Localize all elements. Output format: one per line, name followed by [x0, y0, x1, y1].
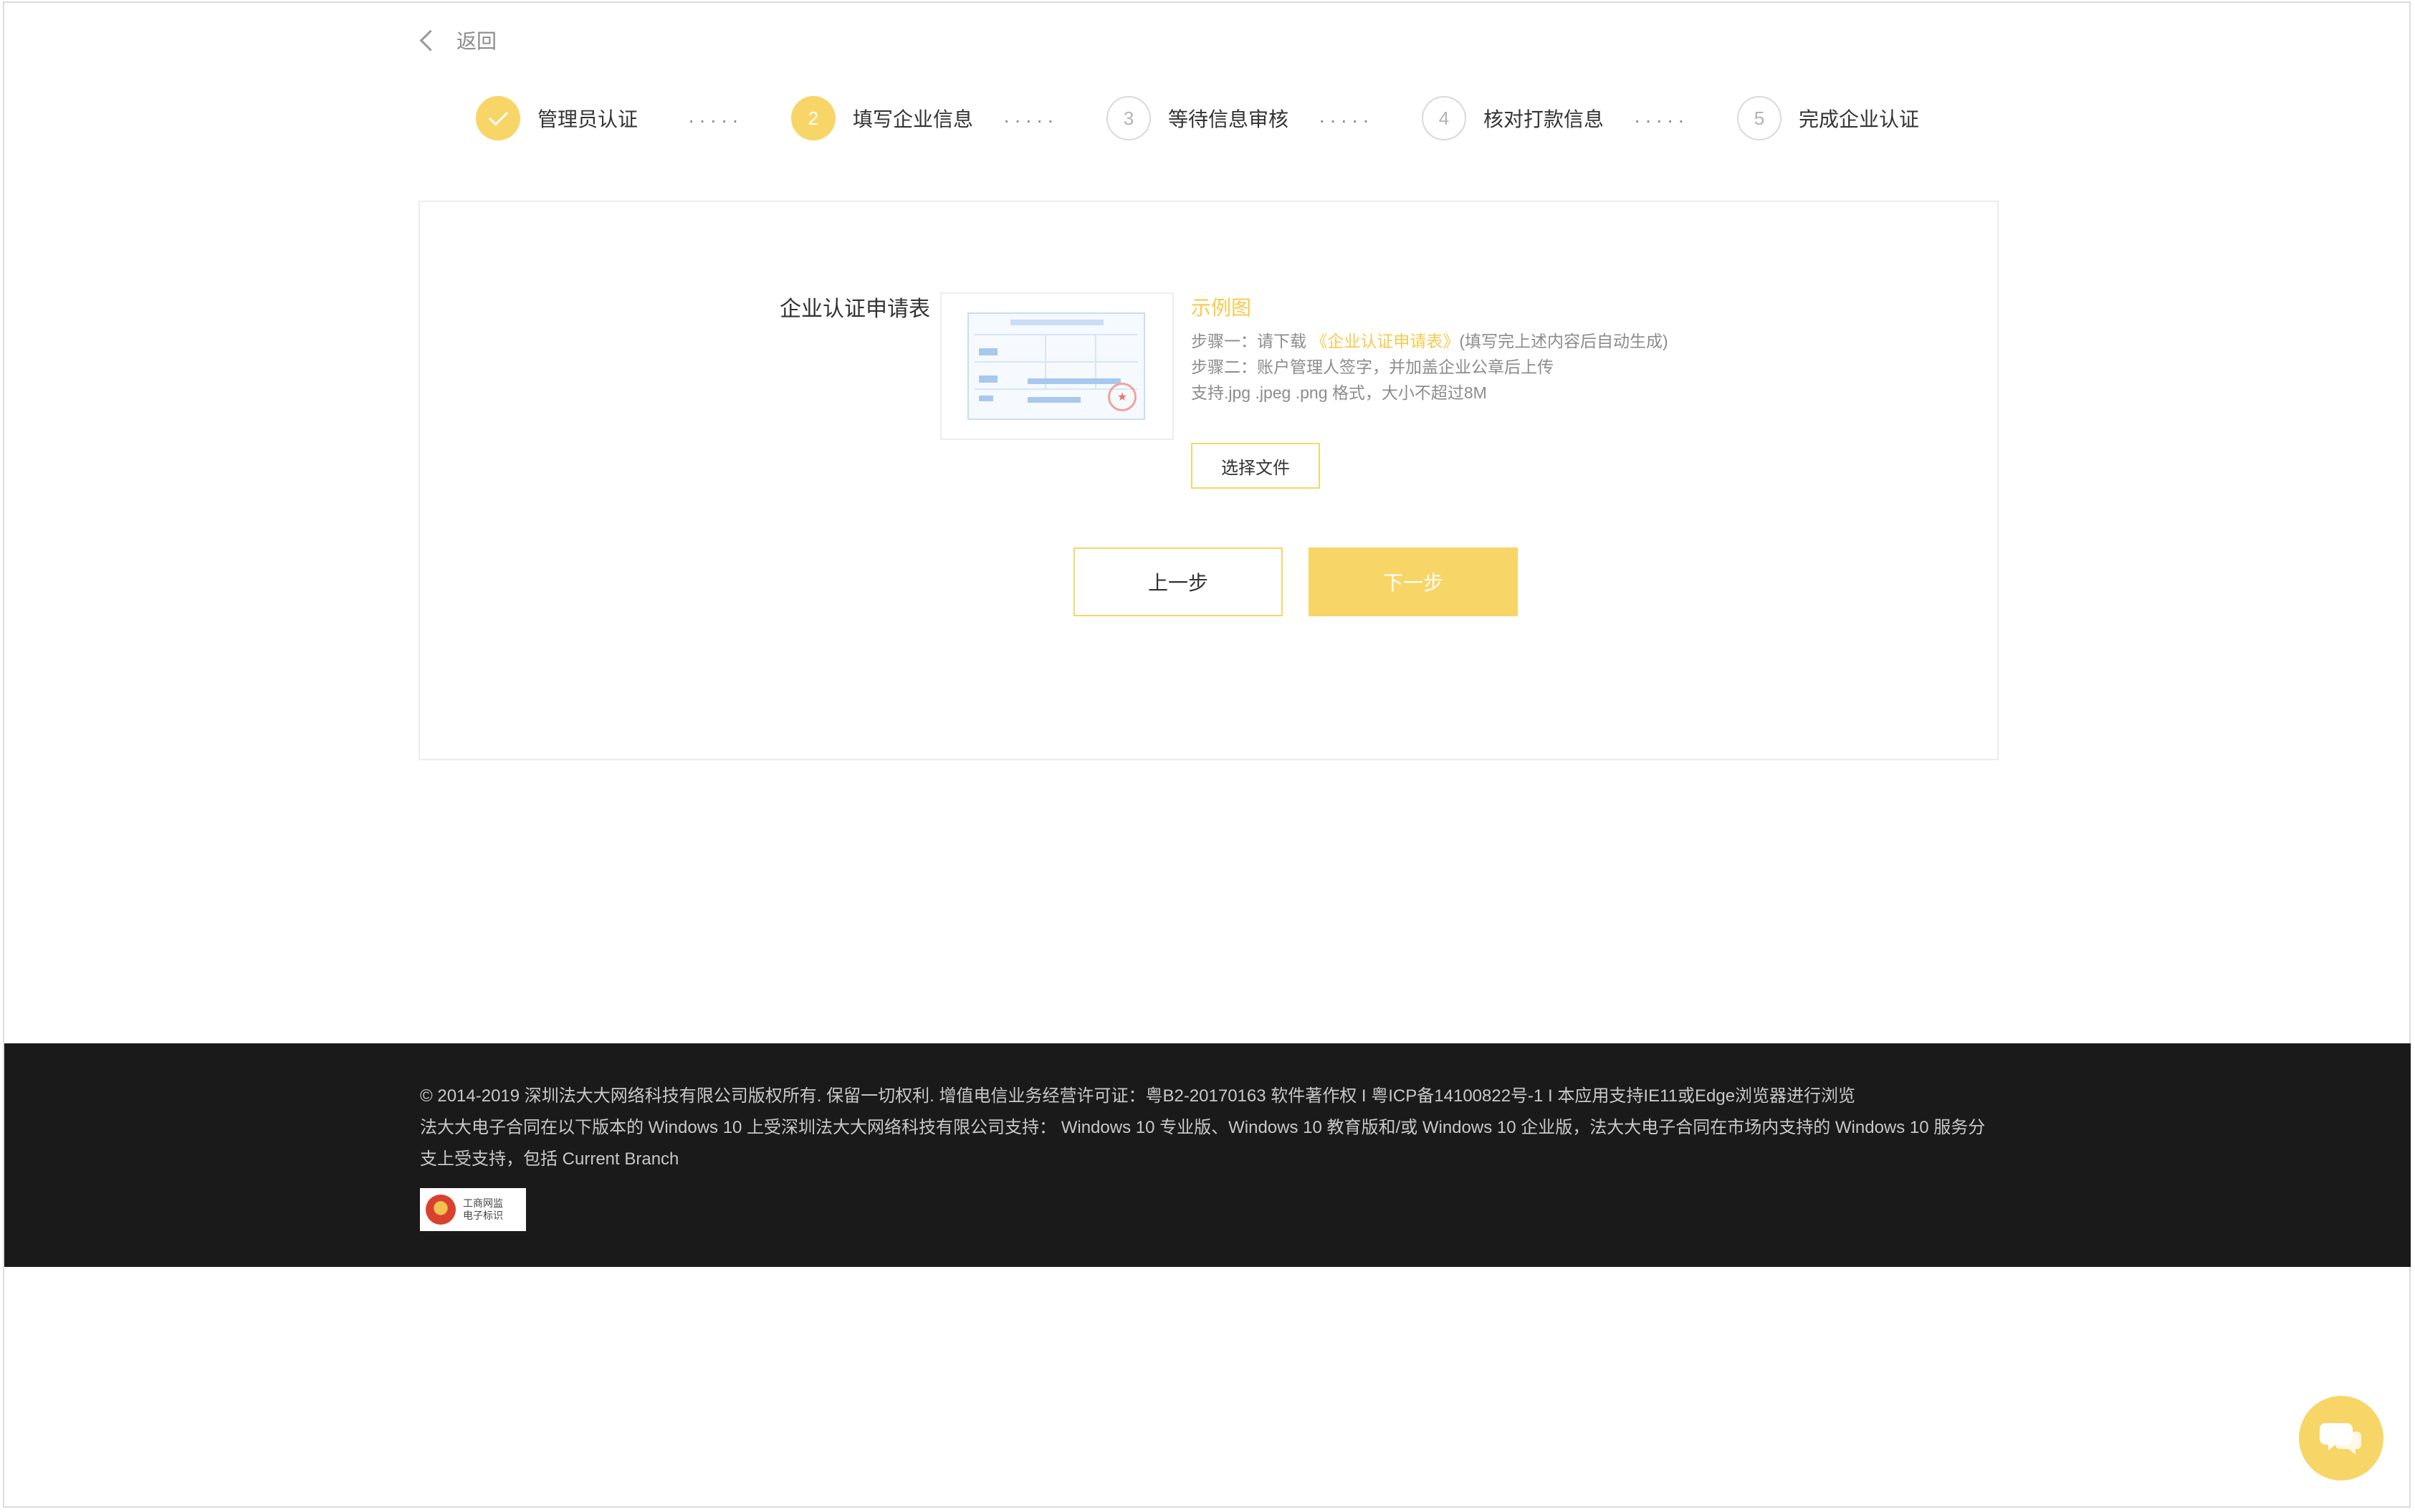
seal-stamp-icon: ★: [1108, 383, 1137, 411]
upload-instructions: 示例图 步骤一：请下载 《企业认证申请表》(填写完上述内容后自动生成) 步骤二：…: [1191, 292, 1678, 406]
step-separator: ·····: [1003, 109, 1058, 131]
next-step-button[interactable]: 下一步: [1309, 547, 1518, 616]
step-separator: ·····: [688, 109, 743, 131]
step-waiting-review: 3 等待信息审核: [1106, 93, 1288, 143]
step-1-indicator: [476, 96, 520, 140]
step1-suffix: (填写完上述内容后自动生成): [1459, 332, 1668, 350]
doc-line: [975, 361, 1138, 363]
emblem-icon: [426, 1195, 456, 1225]
form-card: 企业认证申请表 ★ 示例图 步骤一：请下载 《企业认证申请表》(填写完上述内容后…: [419, 201, 1999, 760]
doc-cell: [979, 348, 998, 355]
download-form-link[interactable]: 《企业认证申请表》: [1311, 332, 1459, 350]
step-label: 完成企业认证: [1799, 108, 1920, 130]
doc-cell: [1028, 397, 1081, 403]
step-admin-auth: 管理员认证: [476, 93, 638, 143]
step-separator: ·····: [1319, 109, 1374, 131]
step-4-indicator: 4: [1422, 96, 1466, 140]
chevron-left-icon: [419, 29, 441, 51]
step2-text: 步骤二：账户管理人签字，并加盖企业公章后上传: [1191, 358, 1554, 376]
step1-text: 步骤一：请下载 《企业认证申请表》(填写完上述内容后自动生成): [1191, 328, 1678, 354]
check-icon: [488, 106, 508, 126]
doc-cell: [1028, 378, 1121, 384]
badge-line-1: 工商网监: [463, 1197, 503, 1209]
chat-bubble-icon: [2320, 1423, 2361, 1455]
step-complete: 5 完成企业认证: [1737, 93, 1919, 143]
document-thumbnail: ★: [967, 312, 1145, 420]
step-label: 等待信息审核: [1168, 108, 1289, 130]
step-label: 管理员认证: [537, 108, 639, 130]
step1-prefix: 步骤一：请下载: [1191, 332, 1306, 350]
stepper: 管理员认证 ····· 2 填写企业信息 ····· 3 等待信息审核 ····…: [476, 93, 1952, 143]
step-2-indicator: 2: [791, 96, 836, 140]
step-company-info: 2 填写企业信息: [791, 93, 973, 143]
copyright-line: © 2014-2019 深圳法大大网络科技有限公司版权所有. 保留一切权利. 增…: [420, 1086, 1856, 1106]
sample-title: 示例图: [1191, 297, 1252, 319]
doc-line: [975, 334, 1138, 335]
doc-cell: [979, 396, 993, 401]
doc-title-bar: [1010, 320, 1104, 325]
doc-cell: [979, 375, 998, 383]
windows-support-line-2: 支上受支持，包括 Current Branch: [420, 1149, 679, 1169]
step-verify-payment: 4 核对打款信息: [1422, 93, 1604, 143]
back-label: 返回: [456, 30, 497, 52]
application-form-label: 企业认证申请表: [780, 297, 930, 321]
format-hint: 支持.jpg .jpeg .png 格式，大小不超过8M: [1191, 383, 1487, 402]
prev-step-button[interactable]: 上一步: [1073, 547, 1283, 616]
badge-text: 工商网监 电子标识: [463, 1197, 503, 1222]
sample-image: ★: [940, 292, 1174, 440]
back-link[interactable]: 返回: [417, 26, 497, 54]
footer-text: © 2014-2019 深圳法大大网络科技有限公司版权所有. 保留一切权利. 增…: [420, 1081, 2004, 1175]
choose-file-button[interactable]: 选择文件: [1191, 443, 1320, 489]
badge-line-2: 电子标识: [463, 1210, 503, 1221]
footer: © 2014-2019 深圳法大大网络科技有限公司版权所有. 保留一切权利. 增…: [4, 1043, 2411, 1267]
step-label: 填写企业信息: [853, 108, 974, 130]
business-license-badge[interactable]: 工商网监 电子标识: [420, 1188, 526, 1231]
step-5-indicator: 5: [1737, 96, 1782, 140]
step-separator: ·····: [1634, 109, 1689, 131]
windows-support-line: 法大大电子合同在以下版本的 Windows 10 上受深圳法大大网络科技有限公司…: [420, 1118, 1986, 1137]
step-3-indicator: 3: [1106, 96, 1151, 140]
chat-button[interactable]: [2299, 1396, 2383, 1480]
step-label: 核对打款信息: [1483, 108, 1605, 130]
